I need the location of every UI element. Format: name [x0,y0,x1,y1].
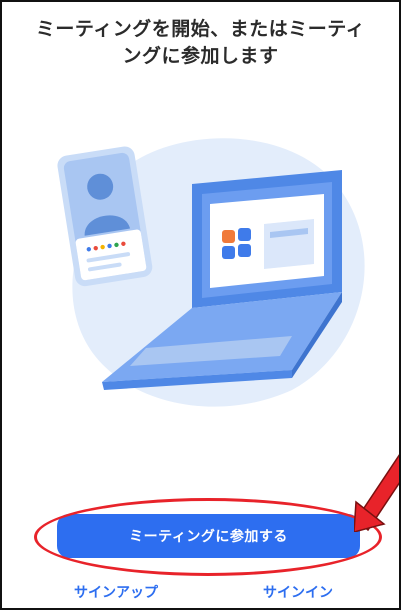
page-title-line-2: ングに参加します [122,45,279,67]
page-title: ミーティングを開始、またはミーティ ングに参加します [2,16,399,70]
sign-up-link[interactable]: サインアップ [74,582,158,602]
app-screen: ミーティングを開始、またはミーティ ングに参加します ミーティングに参加する サ… [0,0,401,610]
laptop-illustration-icon [57,138,365,407]
page-title-line-1: ミーティングを開始、またはミーティ [35,18,366,40]
red-arrow-icon [354,454,399,532]
sign-in-link[interactable]: サインイン [263,582,333,602]
auth-links: サインアップ サインイン [2,582,399,608]
join-meeting-button[interactable]: ミーティングに参加する [57,514,360,558]
